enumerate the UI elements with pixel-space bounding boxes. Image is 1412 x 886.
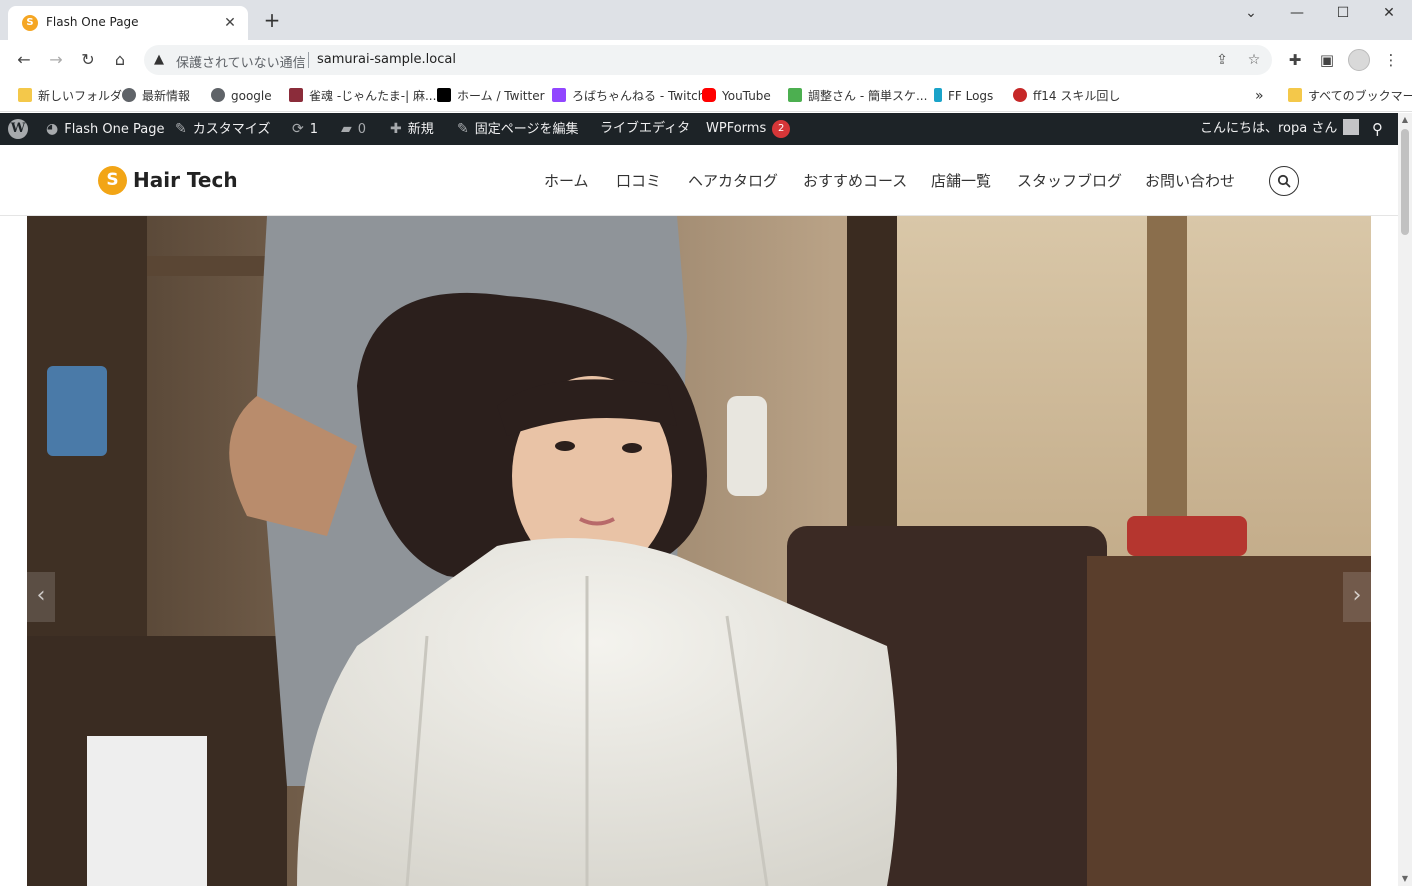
- bookmark-item[interactable]: ホーム / Twitter: [437, 87, 545, 105]
- home-button[interactable]: ⌂: [108, 48, 132, 72]
- search-icon: [1277, 174, 1291, 188]
- bookmark-item[interactable]: FF Logs: [934, 87, 993, 105]
- tab-title: Flash One Page: [46, 15, 139, 29]
- profile-avatar[interactable]: [1348, 49, 1370, 71]
- url-text[interactable]: samurai-sample.local: [317, 52, 456, 67]
- globe-icon: [211, 88, 225, 102]
- nav-reviews[interactable]: 口コミ: [616, 170, 661, 191]
- extensions-icon[interactable]: ✚: [1284, 49, 1306, 71]
- twitch-icon: [552, 88, 566, 102]
- warning-icon[interactable]: ▲: [154, 52, 170, 68]
- browser-tab-strip: S Flash One Page ✕ + ⌄ — ☐ ✕: [0, 0, 1412, 40]
- browser-menu-icon[interactable]: ⋮: [1380, 49, 1402, 71]
- forward-button[interactable]: →: [44, 48, 68, 72]
- side-panel-icon[interactable]: ▣: [1316, 49, 1338, 71]
- wp-site-name[interactable]: ◕ Flash One Page: [46, 113, 165, 145]
- security-label[interactable]: 保護されていない通信: [176, 52, 306, 71]
- bookmark-item[interactable]: YouTube: [702, 87, 771, 105]
- wp-admin-bar: W ◕ Flash One Page ✎ カスタマイズ ⟳ 1 ▰ 0 ✚ 新規 ✎ 固定ペ…: [0, 113, 1398, 145]
- bookmark-item[interactable]: 新しいフォルダ: [18, 87, 122, 105]
- mahjong-icon: [289, 88, 303, 102]
- ff14-icon: [1013, 88, 1027, 102]
- wp-customize[interactable]: ✎ カスタマイズ: [175, 113, 270, 145]
- fflogs-icon: [934, 88, 942, 102]
- folder-icon: [1288, 88, 1302, 102]
- site-header: S Hair Tech ホーム 口コミ ヘアカタログ おすすめコース 店舗一覧 …: [0, 145, 1398, 216]
- wp-wpforms[interactable]: WPForms 2: [706, 113, 791, 145]
- slider-next-button[interactable]: ›: [1343, 572, 1371, 622]
- scroll-thumb[interactable]: [1401, 129, 1409, 235]
- all-bookmarks-folder[interactable]: すべてのブックマーク: [1288, 87, 1412, 105]
- bookmark-item[interactable]: google: [211, 87, 272, 105]
- wp-edit-page[interactable]: ✎ 固定ページを編集: [457, 113, 578, 145]
- bookmark-item[interactable]: ろばちゃんねる - Twitch: [552, 87, 705, 105]
- site-favicon-icon: S: [22, 15, 38, 31]
- nav-home[interactable]: ホーム: [544, 170, 589, 191]
- nav-store-list[interactable]: 店舗一覧: [931, 170, 991, 191]
- minimize-button[interactable]: —: [1274, 0, 1320, 28]
- bookmark-item[interactable]: 最新情報: [122, 87, 190, 105]
- site-search-button[interactable]: [1269, 166, 1299, 196]
- plus-icon: ✚: [390, 121, 402, 137]
- browser-toolbar: ← → ↻ ⌂ ▲ 保護されていない通信 samurai-sample.loca…: [0, 40, 1412, 80]
- bookmark-item[interactable]: 雀魂 -じゃんたま-| 麻...: [289, 87, 436, 105]
- slider-prev-button[interactable]: ‹: [27, 572, 55, 622]
- wp-live-editor[interactable]: ライブエディタ: [600, 113, 690, 145]
- tab-close-icon[interactable]: ✕: [220, 13, 240, 33]
- wp-new[interactable]: ✚ 新規: [390, 113, 434, 145]
- address-bar[interactable]: ▲ 保護されていない通信 samurai-sample.local ⇪ ☆: [144, 45, 1272, 75]
- tab-search-icon[interactable]: ⌄: [1228, 0, 1274, 28]
- bookmark-item[interactable]: ff14 スキル回し: [1013, 87, 1120, 105]
- hero-slider: ‹ ›: [27, 216, 1371, 886]
- wp-updates[interactable]: ⟳ 1: [292, 113, 318, 145]
- notification-badge: 2: [772, 120, 791, 138]
- back-button[interactable]: ←: [12, 48, 36, 72]
- wp-search-icon[interactable]: ⚲: [1372, 113, 1383, 145]
- page-scrollbar[interactable]: ▲ ▼: [1398, 113, 1412, 886]
- dashboard-icon: ◕: [46, 121, 59, 137]
- wp-comments[interactable]: ▰ 0: [341, 113, 366, 145]
- bookmarks-overflow-icon[interactable]: »: [1255, 87, 1264, 105]
- nav-recommended-courses[interactable]: おすすめコース: [803, 170, 907, 191]
- updates-icon: ⟳: [292, 121, 304, 137]
- maximize-button[interactable]: ☐: [1320, 0, 1366, 28]
- youtube-icon: [702, 88, 716, 102]
- close-window-button[interactable]: ✕: [1366, 0, 1412, 28]
- brush-icon: ✎: [175, 121, 187, 137]
- wordpress-logo-icon[interactable]: W: [8, 119, 28, 139]
- comment-icon: ▰: [341, 121, 352, 137]
- site-logo-text[interactable]: Hair Tech: [133, 168, 238, 192]
- x-icon: [437, 88, 451, 102]
- site-logo-icon[interactable]: S: [98, 166, 127, 195]
- bookmark-item[interactable]: 調整さん - 簡単スケ...: [788, 87, 927, 105]
- nav-hair-catalog[interactable]: ヘアカタログ: [688, 170, 778, 191]
- folder-icon: [18, 88, 32, 102]
- user-avatar-icon: [1343, 119, 1360, 135]
- scroll-down-icon[interactable]: ▼: [1398, 872, 1412, 886]
- nav-contact[interactable]: お問い合わせ: [1145, 170, 1235, 191]
- bookmarks-bar: 新しいフォルダ 最新情報 google 雀魂 -じゃんたま-| 麻... ホーム…: [0, 80, 1412, 112]
- chrome-icon: [122, 88, 136, 102]
- browser-tab[interactable]: S Flash One Page ✕: [8, 6, 248, 40]
- pencil-icon: ✎: [457, 121, 469, 137]
- bookmark-star-icon[interactable]: ☆: [1245, 51, 1263, 69]
- omnibox-separator: [308, 52, 309, 68]
- new-tab-button[interactable]: +: [260, 9, 284, 33]
- hero-image: [27, 216, 1371, 886]
- chouseisan-icon: [788, 88, 802, 102]
- reload-button[interactable]: ↻: [76, 48, 100, 72]
- share-icon[interactable]: ⇪: [1213, 51, 1231, 69]
- nav-staff-blog[interactable]: スタッフブログ: [1017, 170, 1122, 191]
- wp-my-account[interactable]: こんにちは、ropa さん: [1200, 113, 1360, 145]
- scroll-up-icon[interactable]: ▲: [1398, 113, 1412, 127]
